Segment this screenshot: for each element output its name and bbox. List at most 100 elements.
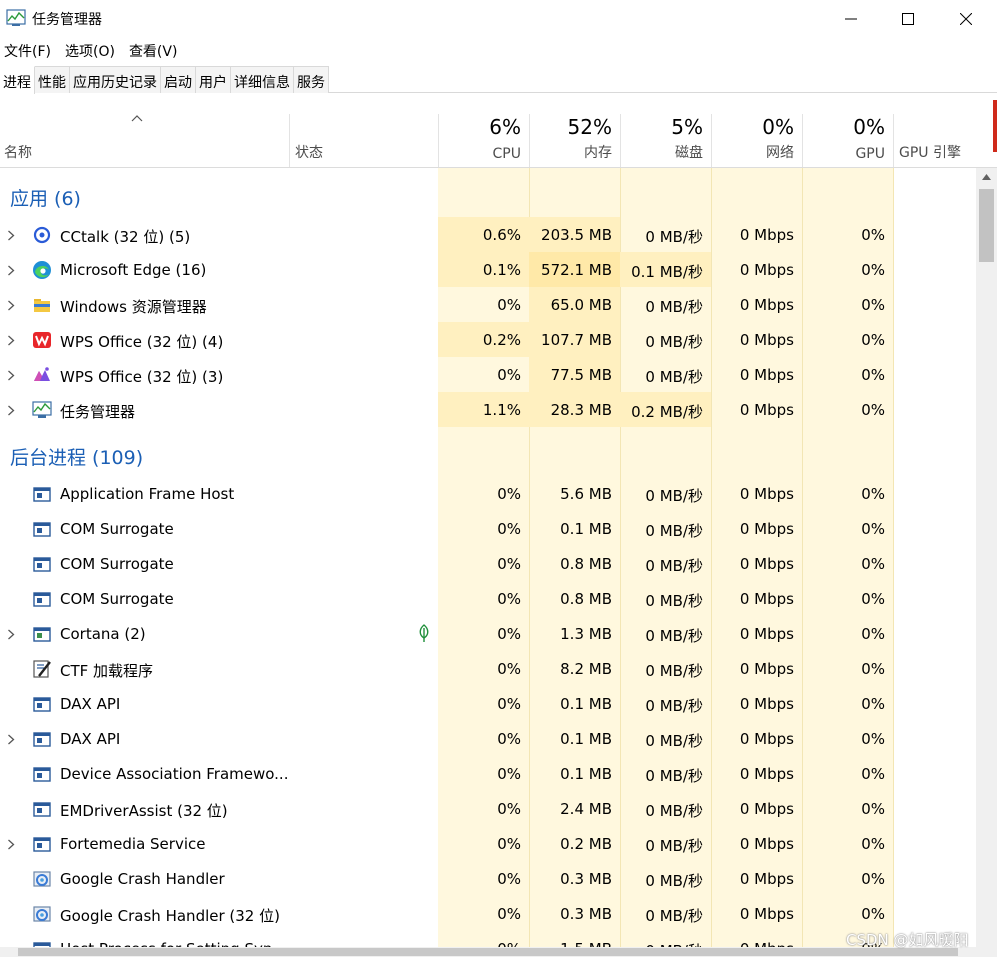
tab-performance[interactable]: 性能 xyxy=(35,66,70,93)
maximize-button[interactable] xyxy=(879,0,937,38)
process-row[interactable]: DAX API 0% 0.1 MB 0 MB/秒 0 Mbps 0% xyxy=(0,686,976,721)
column-memory[interactable]: 52% 内存 xyxy=(529,112,620,168)
title-bar: 任务管理器 xyxy=(0,0,997,38)
process-row[interactable]: EMDriverAssist (32 位) 0% 2.4 MB 0 MB/秒 0 Mbp… xyxy=(0,791,976,826)
menu-view[interactable]: 查看(V) xyxy=(125,38,182,62)
process-name: EMDriverAssist (32 位) xyxy=(60,802,228,820)
cpu-value: 0% xyxy=(497,590,521,608)
column-name[interactable]: 名称 xyxy=(0,112,289,168)
tab-bar: 进程 性能 应用历史记录 启动 用户 详细信息 服务 xyxy=(0,66,997,94)
menu-options[interactable]: 选项(O) xyxy=(61,38,119,62)
window-icon xyxy=(32,519,52,539)
cpu-value: 0% xyxy=(497,660,521,678)
process-name: Windows 资源管理器 xyxy=(60,298,207,316)
task-manager-icon xyxy=(6,9,26,26)
column-memory-label: 内存 xyxy=(584,145,612,161)
process-row[interactable]: CCtalk (32 位) (5) 0.6% 203.5 MB 0 MB/秒 0 Mbp… xyxy=(0,217,976,252)
vertical-scrollbar[interactable] xyxy=(976,168,997,947)
process-row[interactable]: COM Surrogate 0% 0.8 MB 0 MB/秒 0 Mbps 0% xyxy=(0,581,976,616)
horizontal-scroll-thumb[interactable] xyxy=(18,948,958,956)
memory-value: 65.0 MB xyxy=(550,296,612,314)
process-name: DAX API xyxy=(60,730,121,748)
memory-value: 77.5 MB xyxy=(550,366,612,384)
memory-value: 0.3 MB xyxy=(560,905,612,923)
column-cpu[interactable]: 6% CPU xyxy=(438,112,529,168)
process-row[interactable]: CTF 加载程序 0% 8.2 MB 0 MB/秒 0 Mbps 0% xyxy=(0,651,976,686)
disk-value: 0 MB/秒 xyxy=(645,627,703,645)
menu-file[interactable]: 文件(F) xyxy=(0,38,55,62)
expand-chevron-icon[interactable] xyxy=(7,628,15,640)
expand-chevron-icon[interactable] xyxy=(7,264,15,276)
column-gpu-engine[interactable]: GPU 引擎 xyxy=(893,112,976,168)
window-icon xyxy=(32,589,52,609)
network-value: 0 Mbps xyxy=(739,730,794,748)
tab-startup[interactable]: 启动 xyxy=(161,66,196,93)
process-row[interactable]: COM Surrogate 0% 0.1 MB 0 MB/秒 0 Mbps 0% xyxy=(0,511,976,546)
network-value: 0 Mbps xyxy=(739,695,794,713)
process-row[interactable]: Windows 资源管理器 0% 65.0 MB 0 MB/秒 0 Mbps 0% xyxy=(0,287,976,322)
column-disk-label: 磁盘 xyxy=(675,145,703,161)
cpu-value: 0% xyxy=(497,730,521,748)
network-total: 0% xyxy=(762,115,794,139)
tab-services[interactable]: 服务 xyxy=(294,66,329,93)
expand-chevron-icon[interactable] xyxy=(7,838,15,850)
process-name: COM Surrogate xyxy=(60,555,174,573)
minimize-button[interactable] xyxy=(822,0,880,38)
expand-chevron-icon[interactable] xyxy=(7,369,15,381)
disk-value: 0.2 MB/秒 xyxy=(631,403,703,421)
process-row[interactable]: Microsoft Edge (16) 0.1% 572.1 MB 0.1 MB/秒 0… xyxy=(0,252,976,287)
process-name: Host Process for Setting Syn... xyxy=(60,940,287,947)
watermark: CSDN @如风暖阳 xyxy=(846,931,969,949)
network-value: 0 Mbps xyxy=(739,590,794,608)
process-row[interactable]: WPS Office (32 位) (3) 0% 77.5 MB 0 MB/秒 0 Mb… xyxy=(0,357,976,392)
process-name: CCtalk (32 位) (5) xyxy=(60,228,191,246)
column-status-label: 状态 xyxy=(295,145,323,161)
disk-value: 0 MB/秒 xyxy=(645,298,703,316)
memory-value: 572.1 MB xyxy=(541,261,612,279)
memory-value: 1.5 MB xyxy=(560,940,612,947)
close-button[interactable] xyxy=(937,0,995,38)
memory-value: 0.2 MB xyxy=(560,835,612,853)
process-row[interactable]: COM Surrogate 0% 0.8 MB 0 MB/秒 0 Mbps 0% xyxy=(0,546,976,581)
cpu-value: 0% xyxy=(497,555,521,573)
network-value: 0 Mbps xyxy=(739,835,794,853)
expand-chevron-icon[interactable] xyxy=(7,299,15,311)
column-network[interactable]: 0% 网络 xyxy=(711,112,802,168)
expand-chevron-icon[interactable] xyxy=(7,334,15,346)
gpu-value: 0% xyxy=(861,870,885,888)
expand-chevron-icon[interactable] xyxy=(7,733,15,745)
process-row[interactable]: WPS Office (32 位) (4) 0.2% 107.7 MB 0 MB/秒 0… xyxy=(0,322,976,357)
process-row[interactable]: Google Crash Handler (32 位) 0% 0.3 MB 0 MB/… xyxy=(0,896,976,931)
vertical-scroll-thumb[interactable] xyxy=(979,189,994,262)
tab-app-history[interactable]: 应用历史记录 xyxy=(70,66,161,93)
expand-chevron-icon[interactable] xyxy=(7,229,15,241)
tab-users[interactable]: 用户 xyxy=(196,66,231,93)
folder-icon xyxy=(32,295,52,315)
process-row[interactable]: Host Process for Setting Syn... 0% 1.5 MB 0… xyxy=(0,931,976,947)
cpu-value: 0% xyxy=(497,695,521,713)
expand-chevron-icon[interactable] xyxy=(7,404,15,416)
tab-processes[interactable]: 进程 xyxy=(0,66,35,94)
disk-value: 0.1 MB/秒 xyxy=(631,263,703,281)
process-name: WPS Office (32 位) (3) xyxy=(60,368,224,386)
disk-total: 5% xyxy=(671,115,703,139)
column-disk[interactable]: 5% 磁盘 xyxy=(620,112,711,168)
process-row[interactable]: Application Frame Host 0% 5.6 MB 0 MB/秒 0 Mb… xyxy=(0,476,976,511)
memory-value: 28.3 MB xyxy=(550,401,612,419)
process-row[interactable]: DAX API 0% 0.1 MB 0 MB/秒 0 Mbps 0% xyxy=(0,721,976,756)
process-row[interactable]: 任务管理器 1.1% 28.3 MB 0.2 MB/秒 0 Mbps 0% xyxy=(0,392,976,427)
process-row[interactable]: Device Association Framewo... 0% 0.1 MB 0 M… xyxy=(0,756,976,791)
group-title-apps[interactable]: 应用 (6) xyxy=(10,184,81,211)
column-gpu[interactable]: 0% GPU xyxy=(802,112,893,168)
scroll-up-icon[interactable] xyxy=(982,174,991,180)
process-row[interactable]: Google Crash Handler 0% 0.3 MB 0 MB/秒 0 Mbps… xyxy=(0,861,976,896)
group-title-background[interactable]: 后台进程 (109) xyxy=(10,443,143,470)
memory-value: 0.1 MB xyxy=(560,730,612,748)
tab-details[interactable]: 详细信息 xyxy=(231,66,294,93)
window-icon xyxy=(32,554,52,574)
memory-value: 203.5 MB xyxy=(541,226,612,244)
gpu-value: 0% xyxy=(861,695,885,713)
process-row[interactable]: Cortana (2) 0% 1.3 MB 0 MB/秒 0 Mbps 0% xyxy=(0,616,976,651)
process-row[interactable]: Fortemedia Service 0% 0.2 MB 0 MB/秒 0 Mbps 0% xyxy=(0,826,976,861)
column-status[interactable]: 状态 xyxy=(289,112,438,168)
